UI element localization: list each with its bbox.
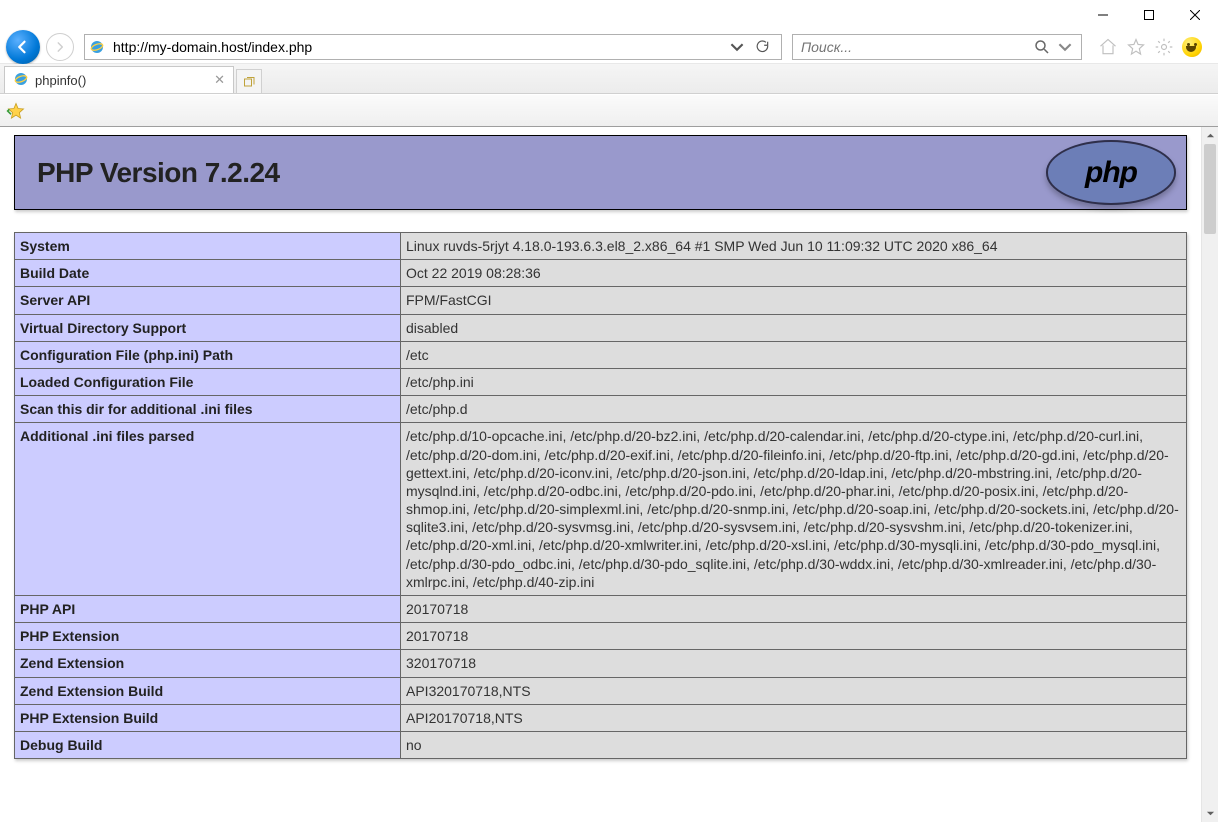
info-label: Additional .ini files parsed xyxy=(15,423,401,596)
info-value: API20170718,NTS xyxy=(401,704,1187,731)
browser-tools xyxy=(1086,37,1212,57)
page-content[interactable]: PHP Version 7.2.24 php SystemLinux ruvds… xyxy=(0,127,1201,822)
table-row: SystemLinux ruvds-5rjyt 4.18.0-193.6.3.e… xyxy=(15,233,1187,260)
info-label: Loaded Configuration File xyxy=(15,368,401,395)
table-row: Server APIFPM/FastCGI xyxy=(15,287,1187,314)
table-row: Loaded Configuration File/etc/php.ini xyxy=(15,368,1187,395)
command-bar xyxy=(0,94,1218,127)
page-viewport: PHP Version 7.2.24 php SystemLinux ruvds… xyxy=(0,127,1218,822)
window-close-button[interactable] xyxy=(1172,0,1218,30)
info-label: Server API xyxy=(15,287,401,314)
table-row: PHP API20170718 xyxy=(15,596,1187,623)
table-row: PHP Extension BuildAPI20170718,NTS xyxy=(15,704,1187,731)
ie-icon xyxy=(89,39,105,55)
info-value: disabled xyxy=(401,314,1187,341)
info-label: Zend Extension Build xyxy=(15,677,401,704)
refresh-button[interactable] xyxy=(753,37,773,57)
navigation-toolbar xyxy=(0,30,1218,64)
info-value: no xyxy=(401,731,1187,758)
favorites-icon[interactable] xyxy=(1126,37,1146,57)
info-label: Scan this dir for additional .ini files xyxy=(15,396,401,423)
info-value: /etc/php.ini xyxy=(401,368,1187,395)
tab-title: phpinfo() xyxy=(35,73,86,88)
tab-phpinfo[interactable]: phpinfo() ✕ xyxy=(4,66,234,93)
dropdown-button[interactable] xyxy=(727,37,747,57)
info-value: API320170718,NTS xyxy=(401,677,1187,704)
close-tab-button[interactable]: ✕ xyxy=(214,72,225,88)
table-row: Zend Extension320170718 xyxy=(15,650,1187,677)
info-label: PHP API xyxy=(15,596,401,623)
home-icon[interactable] xyxy=(1098,37,1118,57)
search-icon[interactable] xyxy=(1033,38,1051,56)
new-tab-button[interactable] xyxy=(236,69,262,93)
window-maximize-button[interactable] xyxy=(1126,0,1172,30)
scrollbar[interactable] xyxy=(1201,127,1218,822)
add-to-favorites-icon[interactable] xyxy=(6,101,26,121)
scroll-down-button[interactable] xyxy=(1202,805,1218,822)
table-row: Zend Extension BuildAPI320170718,NTS xyxy=(15,677,1187,704)
scroll-thumb[interactable] xyxy=(1204,144,1216,234)
search-input[interactable] xyxy=(799,36,1033,58)
tools-icon[interactable] xyxy=(1154,37,1174,57)
info-value: 320170718 xyxy=(401,650,1187,677)
info-value: FPM/FastCGI xyxy=(401,287,1187,314)
info-label: PHP Extension Build xyxy=(15,704,401,731)
info-label: Debug Build xyxy=(15,731,401,758)
info-label: PHP Extension xyxy=(15,623,401,650)
info-value: /etc xyxy=(401,341,1187,368)
info-value: Linux ruvds-5rjyt 4.18.0-193.6.3.el8_2.x… xyxy=(401,233,1187,260)
search-bar[interactable] xyxy=(792,34,1082,60)
info-value: 20170718 xyxy=(401,596,1187,623)
table-row: Debug Buildno xyxy=(15,731,1187,758)
table-row: Virtual Directory Supportdisabled xyxy=(15,314,1187,341)
info-value: Oct 22 2019 08:28:36 xyxy=(401,260,1187,287)
tab-strip: phpinfo() ✕ xyxy=(0,64,1218,94)
table-row: PHP Extension20170718 xyxy=(15,623,1187,650)
phpinfo-table: SystemLinux ruvds-5rjyt 4.18.0-193.6.3.e… xyxy=(14,232,1187,759)
search-dropdown-button[interactable] xyxy=(1055,37,1075,57)
info-value: 20170718 xyxy=(401,623,1187,650)
ie-icon xyxy=(13,71,29,90)
scroll-up-button[interactable] xyxy=(1202,127,1218,144)
address-input[interactable] xyxy=(111,36,723,58)
window-titlebar xyxy=(0,0,1218,30)
info-label: Virtual Directory Support xyxy=(15,314,401,341)
page-title: PHP Version 7.2.24 xyxy=(19,143,280,203)
info-label: System xyxy=(15,233,401,260)
address-bar-buttons xyxy=(723,37,777,57)
info-value: /etc/php.d/10-opcache.ini, /etc/php.d/20… xyxy=(401,423,1187,596)
table-row: Build DateOct 22 2019 08:28:36 xyxy=(15,260,1187,287)
info-value: /etc/php.d xyxy=(401,396,1187,423)
info-label: Configuration File (php.ini) Path xyxy=(15,341,401,368)
table-row: Configuration File (php.ini) Path/etc xyxy=(15,341,1187,368)
back-button[interactable] xyxy=(6,30,40,64)
table-row: Additional .ini files parsed/etc/php.d/1… xyxy=(15,423,1187,596)
phpinfo-header: PHP Version 7.2.24 php xyxy=(14,135,1187,210)
table-row: Scan this dir for additional .ini files/… xyxy=(15,396,1187,423)
info-label: Zend Extension xyxy=(15,650,401,677)
forward-button[interactable] xyxy=(46,33,74,61)
info-label: Build Date xyxy=(15,260,401,287)
browser-window: phpinfo() ✕ PHP Version 7.2.24 php Syste… xyxy=(0,0,1218,822)
address-bar[interactable] xyxy=(84,34,782,60)
feedback-icon[interactable] xyxy=(1182,37,1202,57)
window-minimize-button[interactable] xyxy=(1080,0,1126,30)
php-logo: php xyxy=(1046,140,1176,205)
